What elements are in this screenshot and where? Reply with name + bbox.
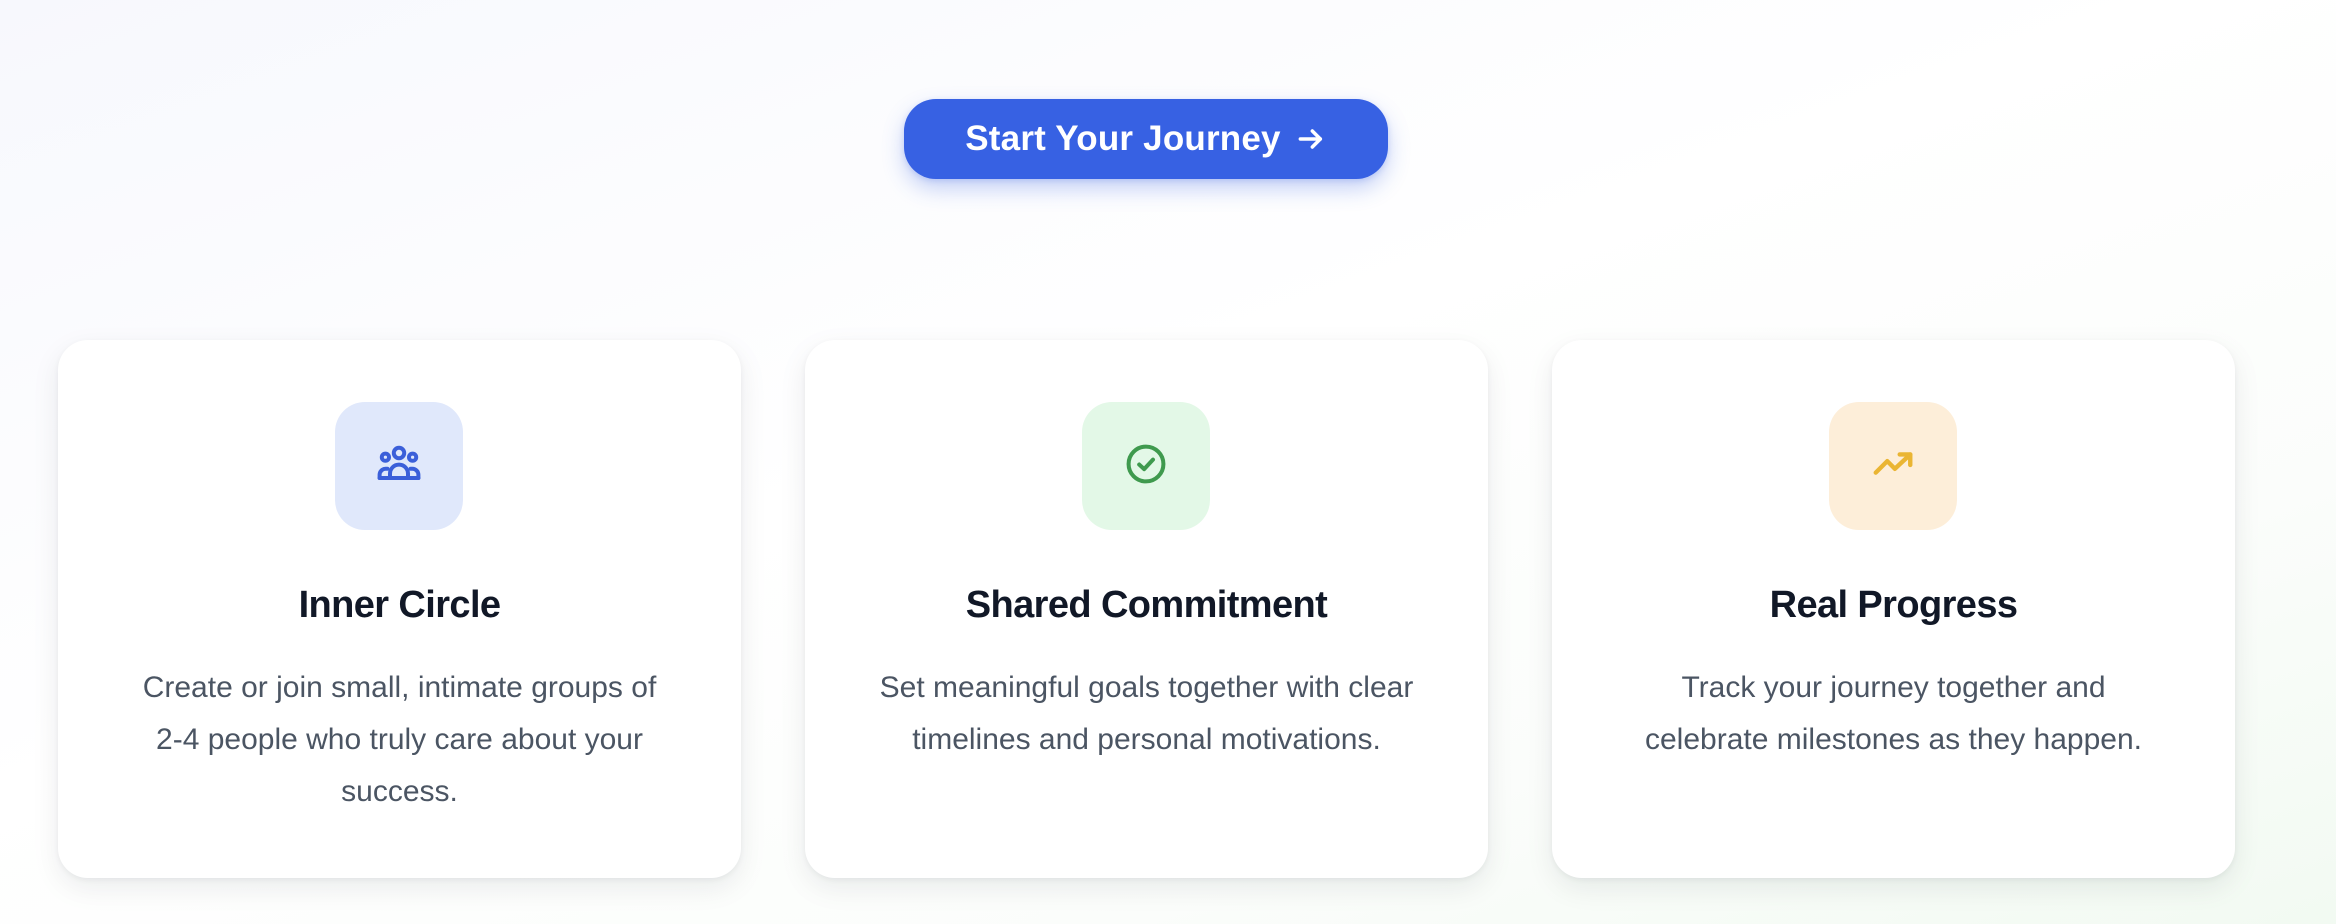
- shared-commitment-icon-tile: [1082, 402, 1210, 530]
- feature-card-shared-commitment: Shared Commitment Set meaningful goals t…: [805, 340, 1488, 878]
- trending-up-icon: [1870, 441, 1916, 492]
- start-journey-button[interactable]: Start Your Journey: [904, 99, 1388, 179]
- real-progress-icon-tile: [1829, 402, 1957, 530]
- real-progress-description: Track your journey together and celebrat…: [1645, 671, 2142, 756]
- real-progress-title: Real Progress: [1769, 584, 2018, 626]
- landing-features-section: Start Your Journey Inner Circle Create o…: [0, 0, 2336, 924]
- check-circle-icon: [1124, 442, 1168, 491]
- users-group-icon: [375, 440, 423, 493]
- feature-card-inner-circle: Inner Circle Create or join small, intim…: [58, 340, 741, 878]
- inner-circle-title: Inner Circle: [298, 584, 501, 626]
- inner-circle-icon-tile: [335, 402, 463, 530]
- shared-commitment-description: Set meaningful goals together with clear…: [879, 671, 1414, 756]
- start-journey-label: Start Your Journey: [965, 119, 1281, 158]
- arrow-right-icon: [1295, 123, 1327, 155]
- feature-card-real-progress: Real Progress Track your journey togethe…: [1552, 340, 2235, 878]
- shared-commitment-title: Shared Commitment: [965, 584, 1328, 626]
- inner-circle-description: Create or join small, intimate groups of…: [142, 671, 657, 808]
